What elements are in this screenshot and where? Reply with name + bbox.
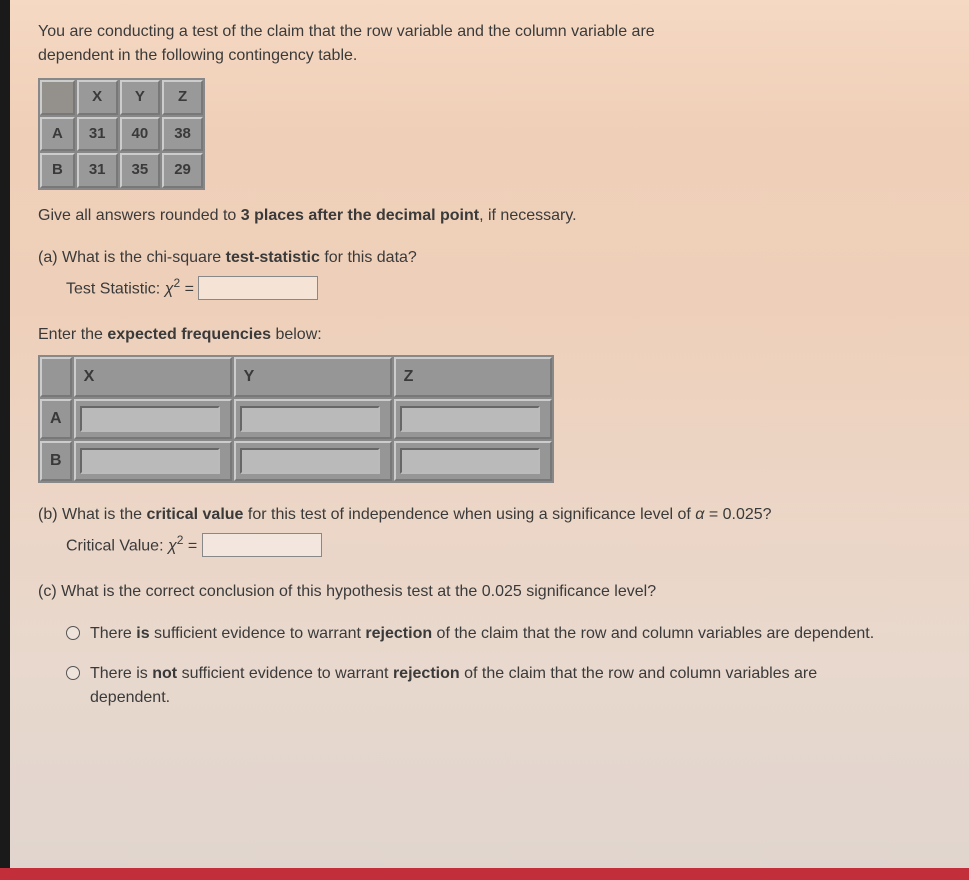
col-header: Z — [162, 80, 203, 115]
table-corner — [40, 357, 72, 397]
expected-freq-label: Enter the expected frequencies below: — [38, 323, 941, 347]
part-b-prompt: (b) What is the critical value for this … — [38, 503, 941, 527]
bottom-bar — [0, 868, 969, 880]
radio-icon[interactable] — [66, 666, 80, 680]
option-2-text: There is not sufficient evidence to warr… — [90, 662, 901, 710]
contingency-table: X Y Z A 31 40 38 B 31 35 29 — [38, 78, 205, 190]
intro-text: You are conducting a test of the claim t… — [38, 20, 941, 68]
test-statistic-line: Test Statistic: χ2 = — [38, 274, 941, 301]
critical-value-input[interactable] — [202, 533, 322, 557]
expected-frequencies-table: X Y Z A B — [38, 355, 554, 483]
row-header: B — [40, 441, 72, 481]
table-cell: 31 — [77, 153, 118, 188]
table-cell: 31 — [77, 117, 118, 152]
expected-input-a-z[interactable] — [400, 406, 540, 432]
part-b: (b) What is the critical value for this … — [38, 503, 941, 558]
table-cell: 35 — [120, 153, 161, 188]
expected-input-a-x[interactable] — [80, 406, 220, 432]
col-header: X — [74, 357, 232, 397]
part-a-prompt: (a) What is the chi-square test-statisti… — [38, 246, 941, 270]
part-c-prompt: (c) What is the correct conclusion of th… — [38, 580, 941, 604]
table-corner — [40, 80, 75, 115]
option-1[interactable]: There is sufficient evidence to warrant … — [66, 622, 941, 646]
rounding-instruction: Give all answers rounded to 3 places aft… — [38, 204, 941, 228]
row-header: B — [40, 153, 75, 188]
option-1-text: There is sufficient evidence to warrant … — [90, 622, 874, 646]
row-header: A — [40, 117, 75, 152]
part-a: (a) What is the chi-square test-statisti… — [38, 246, 941, 301]
radio-icon[interactable] — [66, 626, 80, 640]
table-cell: 29 — [162, 153, 203, 188]
option-2[interactable]: There is not sufficient evidence to warr… — [66, 662, 941, 710]
col-header: Y — [120, 80, 161, 115]
part-c: (c) What is the correct conclusion of th… — [38, 580, 941, 710]
col-header: Z — [394, 357, 552, 397]
expected-input-b-y[interactable] — [240, 448, 380, 474]
expected-input-b-z[interactable] — [400, 448, 540, 474]
table-cell: 40 — [120, 117, 161, 152]
col-header: X — [77, 80, 118, 115]
critical-value-line: Critical Value: χ2 = — [38, 531, 941, 558]
row-header: A — [40, 399, 72, 439]
expected-input-a-y[interactable] — [240, 406, 380, 432]
expected-input-b-x[interactable] — [80, 448, 220, 474]
col-header: Y — [234, 357, 392, 397]
test-statistic-input[interactable] — [198, 276, 318, 300]
table-cell: 38 — [162, 117, 203, 152]
